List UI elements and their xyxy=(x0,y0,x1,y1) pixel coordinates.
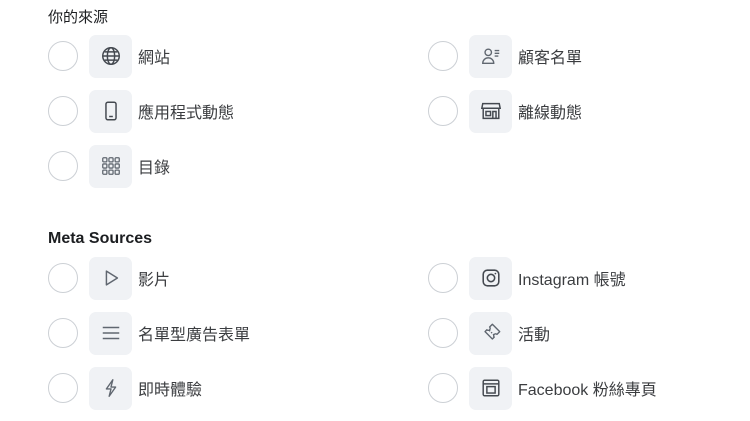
play-icon xyxy=(89,256,132,300)
radio-button[interactable] xyxy=(48,318,78,348)
radio-button[interactable] xyxy=(428,41,458,71)
radio-button[interactable] xyxy=(428,373,458,403)
option-label: 即時體驗 xyxy=(138,382,203,399)
option-video[interactable]: 影片 xyxy=(48,256,170,300)
catalog-grid-icon xyxy=(89,144,132,188)
page-icon xyxy=(469,366,512,410)
option-label: Instagram 帳號 xyxy=(518,272,626,289)
option-label: 網站 xyxy=(138,50,171,67)
ticket-icon xyxy=(469,311,512,355)
lightning-icon xyxy=(89,366,132,410)
store-icon xyxy=(469,89,512,133)
option-event[interactable]: 活動 xyxy=(428,311,550,355)
option-label: 影片 xyxy=(138,272,171,289)
radio-button[interactable] xyxy=(48,41,78,71)
option-label: 應用程式動態 xyxy=(138,105,235,122)
option-instagram-account[interactable]: Instagram 帳號 xyxy=(428,256,626,300)
radio-button[interactable] xyxy=(48,263,78,293)
globe-icon xyxy=(89,34,132,78)
form-lines-icon xyxy=(89,311,132,355)
radio-button[interactable] xyxy=(428,263,458,293)
radio-button[interactable] xyxy=(428,96,458,126)
radio-button[interactable] xyxy=(48,151,78,181)
option-offline-activity[interactable]: 離線動態 xyxy=(428,89,582,133)
option-label: 活動 xyxy=(518,327,551,344)
option-instant-experience[interactable]: 即時體驗 xyxy=(48,366,202,410)
option-label: 名單型廣告表單 xyxy=(138,327,251,344)
section-title-your-sources: 你的來源 xyxy=(48,9,109,26)
option-lead-form[interactable]: 名單型廣告表單 xyxy=(48,311,250,355)
option-app-activity[interactable]: 應用程式動態 xyxy=(48,89,234,133)
radio-button[interactable] xyxy=(428,318,458,348)
customer-list-icon xyxy=(469,34,512,78)
mobile-app-icon xyxy=(89,89,132,133)
option-catalog[interactable]: 目錄 xyxy=(48,144,170,188)
option-website[interactable]: 網站 xyxy=(48,34,170,78)
option-label: Facebook 粉絲專頁 xyxy=(518,382,657,399)
option-facebook-page[interactable]: Facebook 粉絲專頁 xyxy=(428,366,657,410)
option-customer-list[interactable]: 顧客名單 xyxy=(428,34,582,78)
option-label: 顧客名單 xyxy=(518,50,583,67)
radio-button[interactable] xyxy=(48,96,78,126)
option-label: 目錄 xyxy=(138,160,171,177)
instagram-icon xyxy=(469,256,512,300)
section-title-meta-sources: Meta Sources xyxy=(48,230,153,247)
radio-button[interactable] xyxy=(48,373,78,403)
option-label: 離線動態 xyxy=(518,105,583,122)
